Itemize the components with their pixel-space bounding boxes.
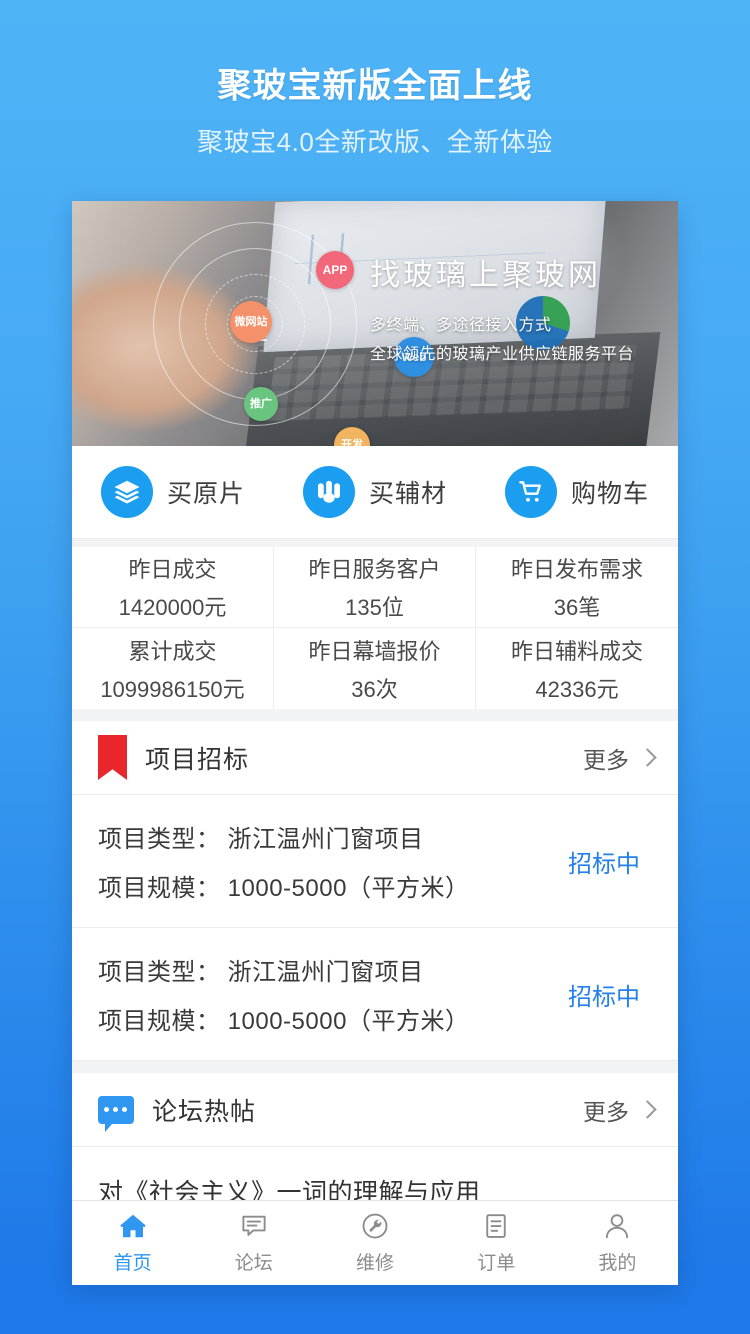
stat-value: 36笔	[553, 595, 601, 620]
section-divider	[72, 709, 678, 721]
tab-label: 首页	[113, 1253, 152, 1274]
tab-label: 订单	[477, 1253, 516, 1274]
forum-icon	[242, 1215, 266, 1236]
bidding-section-header: 项目招标 更多	[72, 721, 678, 795]
speech-bubble-icon	[98, 1095, 134, 1132]
action-shopping-cart[interactable]: 购物车	[476, 466, 678, 518]
bidding-item-type: 项目类型： 浙江温州门窗项目	[98, 959, 424, 986]
hero-banner[interactable]: APP 微网站 推广 开发 Web 找玻璃上聚玻网 多终端、多途径接入方式 全球…	[72, 201, 678, 446]
bubble-dot	[122, 1106, 127, 1112]
bidding-item-type: 项目类型： 浙江温州门窗项目	[98, 826, 424, 853]
stat-value: 36次	[351, 676, 398, 702]
action-label: 购物车	[570, 480, 649, 508]
stats-grid: 昨日成交 1420000元 昨日服务客户 135位 昨日发布需求 36笔 累计成…	[72, 547, 678, 709]
action-buy-raw-glass[interactable]: 买原片	[72, 466, 274, 518]
bottom-tab-bar: 首页 论坛 维修 订单 我的	[72, 1200, 678, 1285]
stat-label: 昨日发布需求	[510, 557, 643, 582]
stat-cell: 昨日辅料成交 42336元	[476, 628, 678, 709]
shopping-cart-icon	[504, 466, 557, 518]
stat-cell: 昨日幕墙报价 36次	[274, 628, 476, 709]
network-rings-graphic: APP 微网站 推广 开发 Web	[150, 219, 434, 446]
stat-value: 135位	[345, 595, 404, 620]
more-label: 更多	[583, 1098, 629, 1125]
chevron-right-icon	[638, 748, 657, 767]
section-divider	[72, 1061, 678, 1073]
banner-headline: 找玻璃上聚玻网	[370, 259, 601, 292]
node-microsite: 微网站	[230, 301, 272, 343]
tab-home[interactable]: 首页	[72, 1201, 193, 1285]
stat-cell: 昨日发布需求 36笔	[476, 547, 678, 628]
stat-label: 昨日幕墙报价	[308, 638, 441, 664]
forum-section-title: 论坛热帖	[152, 1097, 257, 1126]
banner-text-block: 找玻璃上聚玻网 多终端、多途径接入方式 全球领先的玻璃产业供应链服务平台	[370, 256, 634, 368]
tab-label: 维修	[356, 1253, 395, 1274]
bidding-item-scale: 项目规模： 1000-5000（平方米）	[98, 1008, 470, 1035]
tab-profile[interactable]: 我的	[557, 1201, 678, 1285]
status-badge: 招标中	[568, 983, 640, 1011]
chevron-right-icon	[638, 1100, 657, 1119]
stats-section: 昨日成交 1420000元 昨日服务客户 135位 昨日发布需求 36笔 累计成…	[72, 539, 678, 709]
action-label: 买原片	[166, 480, 245, 508]
bubble-dot	[113, 1106, 118, 1112]
home-icon	[119, 1214, 146, 1238]
forum-more-button[interactable]: 更多	[583, 1093, 657, 1127]
tab-repair[interactable]: 维修	[314, 1201, 435, 1285]
action-buy-accessories[interactable]: 买辅材	[274, 466, 476, 518]
node-promotion: 推广	[244, 387, 278, 421]
stat-label: 昨日辅料成交	[510, 638, 643, 664]
stat-value: 1099986150元	[100, 676, 245, 702]
stat-cell: 昨日成交 1420000元	[72, 547, 274, 628]
forum-section-header: 论坛热帖 更多	[72, 1073, 678, 1147]
order-icon	[486, 1214, 506, 1238]
banner-line-2: 全球领先的玻璃产业供应链服务平台	[370, 346, 635, 363]
wrench-icon	[362, 1213, 388, 1239]
action-label: 买辅材	[368, 480, 447, 508]
banner-line-1: 多终端、多途径接入方式	[370, 317, 552, 334]
bidding-item-info: 项目类型： 浙江温州门窗项目 项目规模： 1000-5000（平方米）	[98, 952, 568, 1036]
stat-label: 昨日服务客户	[308, 557, 441, 582]
bidding-list-item[interactable]: 项目类型： 浙江温州门窗项目 项目规模： 1000-5000（平方米） 招标中	[72, 928, 678, 1061]
app-screen-card: APP 微网站 推广 开发 Web 找玻璃上聚玻网 多终端、多途径接入方式 全球…	[72, 201, 678, 1285]
material-rolls-icon	[302, 466, 355, 518]
promo-header: 聚玻宝新版全面上线 聚玻宝4.0全新改版、全新体验	[0, 0, 750, 160]
bidding-item-scale: 项目规模： 1000-5000（平方米）	[98, 875, 470, 902]
bidding-section-title: 项目招标	[145, 745, 250, 774]
stat-value: 1420000元	[118, 595, 227, 620]
tab-label: 我的	[598, 1253, 637, 1274]
promo-subtitle: 聚玻宝4.0全新改版、全新体验	[197, 127, 553, 157]
more-label: 更多	[583, 746, 629, 773]
promo-title: 聚玻宝新版全面上线	[217, 67, 533, 105]
stat-label: 昨日成交	[128, 557, 217, 582]
person-icon	[606, 1214, 629, 1239]
quick-actions-row: 买原片 买辅材 购物车	[72, 446, 678, 539]
bookmark-icon	[98, 735, 127, 780]
bidding-list-item[interactable]: 项目类型： 浙江温州门窗项目 项目规模： 1000-5000（平方米） 招标中	[72, 795, 678, 928]
stat-cell: 累计成交 1099986150元	[72, 628, 274, 709]
bidding-item-info: 项目类型： 浙江温州门窗项目 项目规模： 1000-5000（平方米）	[98, 819, 568, 903]
bidding-more-button[interactable]: 更多	[583, 741, 657, 775]
bubble-dot	[104, 1106, 109, 1112]
tab-forum[interactable]: 论坛	[193, 1201, 314, 1285]
stat-value: 42336元	[535, 676, 619, 702]
layers-icon	[100, 466, 153, 518]
status-badge: 招标中	[568, 850, 640, 878]
stat-label: 累计成交	[128, 638, 217, 664]
stat-cell: 昨日服务客户 135位	[274, 547, 476, 628]
tab-orders[interactable]: 订单	[436, 1201, 557, 1285]
node-app: APP	[316, 251, 354, 289]
tab-label: 论坛	[234, 1253, 273, 1274]
